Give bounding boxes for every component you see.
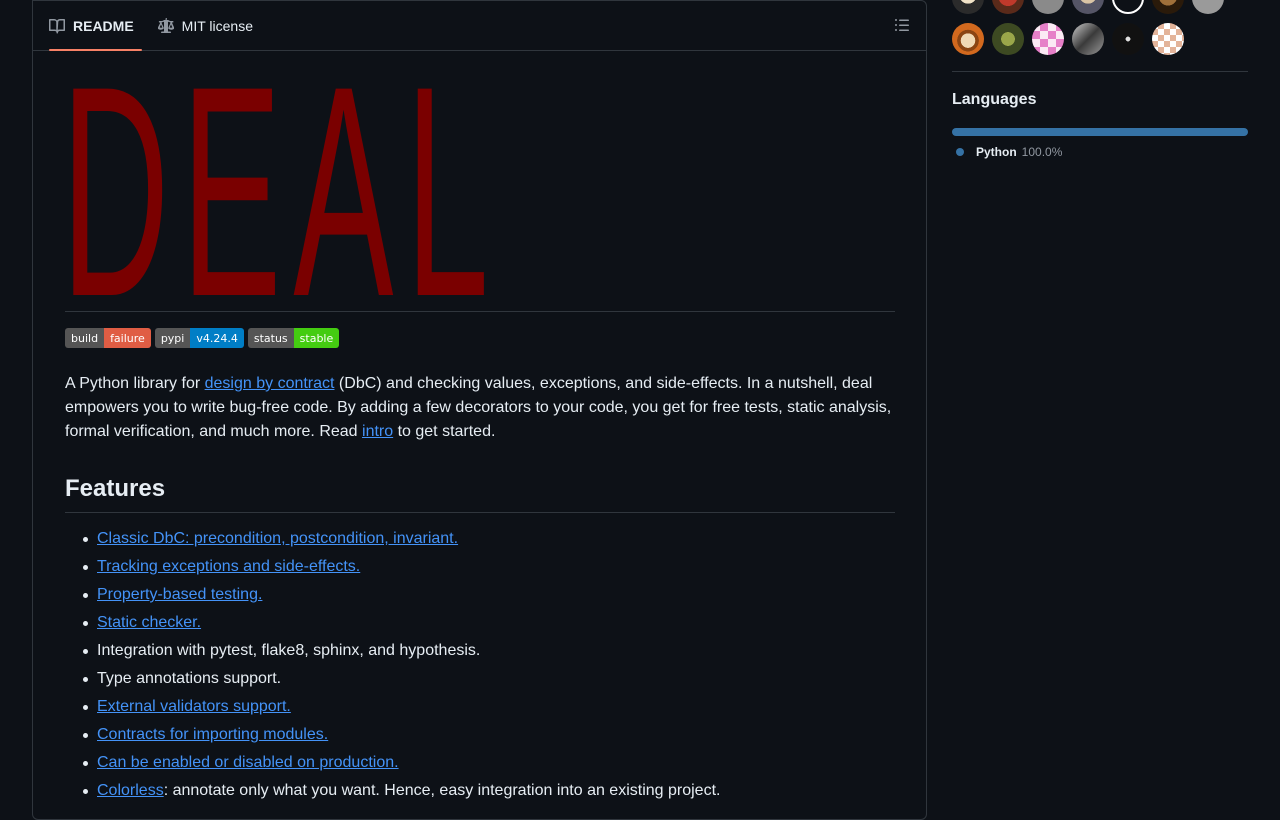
contributor-avatar[interactable]: [1112, 0, 1144, 14]
list-item: External validators support.: [65, 695, 895, 719]
deal-logo: DEAL: [61, 41, 489, 341]
readme-content: DEAL build failure pypi v4.24.4 status s…: [61, 41, 895, 807]
list-item: Static checker.: [65, 611, 895, 635]
intro-text: to get started.: [393, 423, 496, 440]
list-item: Property-based testing.: [65, 583, 895, 607]
feature-link[interactable]: Contracts for importing modules.: [97, 726, 328, 743]
feature-link[interactable]: Property-based testing.: [97, 586, 262, 603]
list-item: Colorless: annotate only what you want. …: [65, 779, 895, 803]
list-item: Contracts for importing modules.: [65, 723, 895, 747]
feature-link[interactable]: Can be enabled or disabled on production…: [97, 754, 399, 771]
list-item: Can be enabled or disabled on production…: [65, 751, 895, 775]
contributor-avatar[interactable]: [992, 0, 1024, 14]
languages-title: Languages: [952, 91, 1037, 108]
list-item: Integration with pytest, flake8, sphinx,…: [65, 639, 895, 663]
feature-link[interactable]: External validators support.: [97, 698, 291, 715]
feature-text: Integration with pytest, flake8, sphinx,…: [97, 642, 481, 659]
contributor-avatar[interactable]: [1152, 0, 1184, 14]
list-item: Classic DbC: precondition, postcondition…: [65, 527, 895, 551]
intro-text: A Python library for: [65, 375, 205, 392]
intro-link[interactable]: intro: [362, 423, 393, 440]
sidebar-divider: [952, 71, 1248, 72]
contributor-avatar[interactable]: [952, 23, 984, 55]
feature-text: : annotate only what you want. Hence, ea…: [163, 782, 721, 799]
language-color-dot: [956, 148, 964, 156]
intro-paragraph: A Python library for design by contract …: [65, 372, 895, 444]
feature-text: Type annotations support.: [97, 670, 282, 687]
logo-text: DEAL: [61, 23, 501, 359]
list-item: Type annotations support.: [65, 667, 895, 691]
contributor-avatar[interactable]: [1192, 0, 1224, 14]
language-bar: [952, 128, 1248, 136]
contributor-avatar[interactable]: [1112, 23, 1144, 55]
feature-link[interactable]: Static checker.: [97, 614, 201, 631]
contributor-avatar[interactable]: [1032, 0, 1064, 14]
language-percent: 100.0%: [1021, 145, 1063, 159]
feature-link[interactable]: Tracking exceptions and side-effects.: [97, 558, 360, 575]
list-item: Tracking exceptions and side-effects.: [65, 555, 895, 579]
contributor-avatar[interactable]: [1032, 23, 1064, 55]
contributor-avatar[interactable]: [1072, 23, 1104, 55]
colorless-link[interactable]: Colorless: [97, 782, 164, 799]
features-list: Classic DbC: precondition, postcondition…: [65, 527, 895, 803]
readme-panel: README MIT license DEAL build failure py…: [32, 0, 927, 820]
contributor-avatar[interactable]: [952, 0, 984, 14]
contributor-avatar[interactable]: [1152, 23, 1184, 55]
contributor-avatar[interactable]: [992, 23, 1024, 55]
language-item-python[interactable]: Python 100.0%: [956, 145, 1062, 159]
language-name: Python: [976, 145, 1017, 159]
table-of-contents-icon[interactable]: [894, 17, 910, 33]
contributor-avatar[interactable]: [1072, 0, 1104, 14]
feature-link[interactable]: Classic DbC: precondition, postcondition…: [97, 530, 458, 547]
design-by-contract-link[interactable]: design by contract: [205, 375, 335, 392]
features-heading: Features: [65, 474, 895, 513]
